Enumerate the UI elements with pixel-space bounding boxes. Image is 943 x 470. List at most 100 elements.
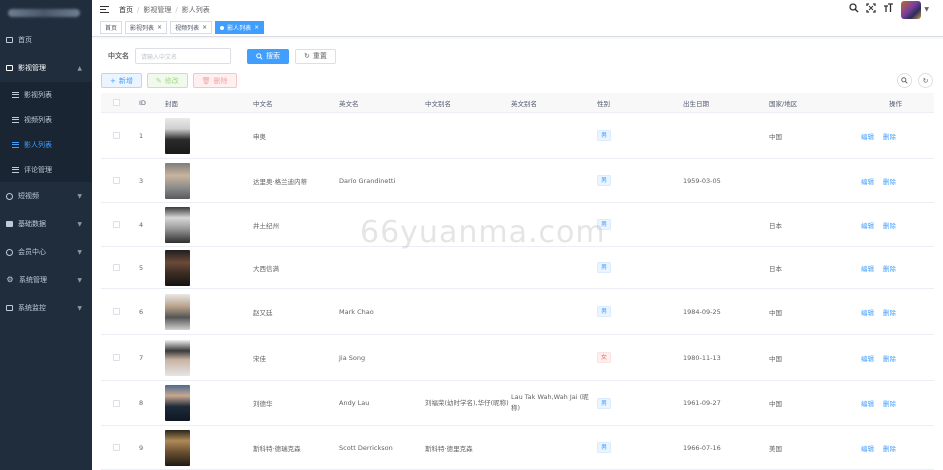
row-checkbox[interactable] <box>112 221 120 228</box>
person-photo <box>165 249 190 286</box>
navbar-right: ▼ <box>849 0 929 19</box>
column-header: 操作 <box>861 98 943 108</box>
table-row[interactable]: 4 井土纪州 男 日本 编辑 删除 <box>101 203 934 247</box>
sidebar-item-home[interactable]: 首页 <box>0 26 92 54</box>
row-checkbox[interactable] <box>112 354 120 361</box>
refresh-button[interactable]: ↻ <box>918 73 933 88</box>
gender-tag: 男 <box>597 219 612 230</box>
home-icon <box>6 37 13 43</box>
row-delete-link[interactable]: 删除 <box>883 353 896 363</box>
row-edit-link[interactable]: 编辑 <box>861 398 874 408</box>
sidebar-item-short-video[interactable]: 短视频 ▼ <box>0 182 92 210</box>
row-edit-link[interactable]: 编辑 <box>861 353 874 363</box>
birth-cell: 1961-09-27 <box>683 399 721 407</box>
sidebar-item-film-list[interactable]: 影视列表 <box>0 82 92 107</box>
row-edit-link[interactable]: 编辑 <box>861 131 874 141</box>
column-header: 英文别名 <box>511 99 537 108</box>
search-label: 中文名 <box>108 52 129 60</box>
fullscreen-icon[interactable] <box>866 3 877 16</box>
close-icon[interactable]: × <box>157 24 162 31</box>
search-button[interactable]: 搜索 <box>247 48 289 64</box>
row-edit-link[interactable]: 编辑 <box>861 443 874 453</box>
reset-button[interactable]: ↻ 重置 <box>295 48 336 64</box>
sidebar: 首页 影视管理 ▲ 影视列表 视频列表 影人列表 评论管理 短视频 ▼ 基础数据… <box>0 0 92 470</box>
table-row[interactable]: 7 宋佳 Jia Song 女 1980-11-13 中国 编辑 删除 <box>101 335 934 381</box>
sidebar-item-system-monitor[interactable]: 系统监控 ▼ <box>0 294 92 322</box>
sidebar-item-label: 影人列表 <box>24 140 52 149</box>
tag-video-list[interactable]: 视频列表 × <box>170 21 213 34</box>
row-delete-link[interactable]: 删除 <box>883 263 896 273</box>
row-delete-link[interactable]: 删除 <box>883 220 896 230</box>
row-edit-link[interactable]: 编辑 <box>861 307 874 317</box>
row-edit-link[interactable]: 编辑 <box>861 176 874 186</box>
add-button[interactable]: + 新增 <box>101 73 142 88</box>
sidebar-item-label: 系统管理 <box>19 276 47 284</box>
row-delete-link[interactable]: 删除 <box>883 131 896 141</box>
toggle-search-button[interactable] <box>897 73 912 88</box>
font-size-icon[interactable] <box>883 3 894 16</box>
sidebar-item-base-data[interactable]: 基础数据 ▼ <box>0 210 92 238</box>
active-dot-icon <box>220 25 225 30</box>
english-name-cell: Scott Derrickson <box>339 443 393 452</box>
row-delete-link[interactable]: 删除 <box>883 398 896 408</box>
sidebar-item-system-management[interactable]: ⚙ 系统管理 ▼ <box>0 266 92 294</box>
table-row[interactable]: 3 达里奥·格兰迪内蒂 Darío Grandinetti 男 1959-03-… <box>101 159 934 203</box>
name-cell: 宋佳 <box>253 354 266 363</box>
country-cell: 中国 <box>769 132 782 141</box>
row-edit-link[interactable]: 编辑 <box>861 220 874 230</box>
tag-people-list[interactable]: 影人列表 × <box>215 21 265 34</box>
row-checkbox[interactable] <box>112 308 120 315</box>
cover-cell <box>165 162 253 199</box>
column-header-label: 操作 <box>889 99 902 108</box>
sidebar-item-people-list[interactable]: 影人列表 <box>0 132 92 157</box>
gender-cell: 男 <box>597 306 683 317</box>
search-icon[interactable] <box>849 3 859 16</box>
avatar[interactable] <box>901 0 922 19</box>
sidebar-item-film-management[interactable]: 影视管理 ▲ <box>0 54 92 82</box>
sidebar-item-label: 短视频 <box>18 192 39 200</box>
edit-button[interactable]: ✎ 修改 <box>146 73 188 88</box>
sidebar-item-member-center[interactable]: 会员中心 ▼ <box>0 238 92 266</box>
select-all-cell <box>101 99 131 106</box>
tag-home[interactable]: 首页 <box>100 21 123 34</box>
gender-cell: 男 <box>597 219 683 230</box>
row-checkbox[interactable] <box>112 399 120 407</box>
logo[interactable] <box>0 0 92 26</box>
sidebar-item-comments[interactable]: 评论管理 <box>0 157 92 182</box>
folder-icon <box>6 221 13 227</box>
delete-button[interactable]: 🗑 删除 <box>192 73 237 88</box>
table-row[interactable]: 6 赵又廷 Mark Chao 男 1984-09-25 中国 编辑 删除 <box>101 289 934 335</box>
operations-cell: 编辑 删除 <box>861 307 943 317</box>
row-checkbox[interactable] <box>112 444 120 451</box>
id-cell: 6 <box>139 307 144 316</box>
table-tools: ↻ <box>897 73 933 88</box>
chevron-down-icon: ▼ <box>77 248 82 256</box>
row-checkbox[interactable] <box>112 177 120 184</box>
row-delete-link[interactable]: 删除 <box>883 176 896 186</box>
chevron-up-icon: ▲ <box>77 64 82 72</box>
name-cell: 大西信满 <box>253 264 279 273</box>
row-delete-link[interactable]: 删除 <box>883 307 896 317</box>
select-all-checkbox[interactable] <box>112 99 120 106</box>
sidebar-item-video-list[interactable]: 视频列表 <box>0 107 92 132</box>
row-checkbox[interactable] <box>112 132 120 139</box>
table-row[interactable]: 9 斯科特·德瑞克森 Scott Derrickson 斯科特·德里克森 男 1… <box>101 426 934 470</box>
hamburger-icon[interactable] <box>100 6 109 13</box>
close-icon[interactable]: × <box>254 24 259 31</box>
breadcrumb-item[interactable]: 首页 <box>119 5 133 15</box>
table-row[interactable]: 8 刘德华 Andy Lau 刘福荣(幼时学名),华仔(昵称) Lau Tak … <box>101 381 934 426</box>
table-row[interactable]: 5 大西信满 男 日本 编辑 删除 <box>101 247 934 289</box>
chevron-down-icon: ▼ <box>77 276 82 284</box>
row-edit-link[interactable]: 编辑 <box>861 263 874 273</box>
breadcrumb-separator: / <box>137 5 140 14</box>
row-delete-link[interactable]: 删除 <box>883 443 896 453</box>
name-search-input[interactable]: 请输入中文名 <box>135 48 231 64</box>
person-photo <box>165 117 190 154</box>
row-checkbox[interactable] <box>112 264 120 271</box>
caret-down-icon[interactable]: ▼ <box>924 6 929 13</box>
tag-film-list[interactable]: 影视列表 × <box>125 21 168 34</box>
table-row[interactable]: 1 申奥 男 中国 编辑 删除 <box>101 113 934 159</box>
close-icon[interactable]: × <box>202 24 207 31</box>
name-cell: 斯科特·德瑞克森 <box>253 444 301 453</box>
name-cell: 赵又廷 <box>253 308 273 317</box>
